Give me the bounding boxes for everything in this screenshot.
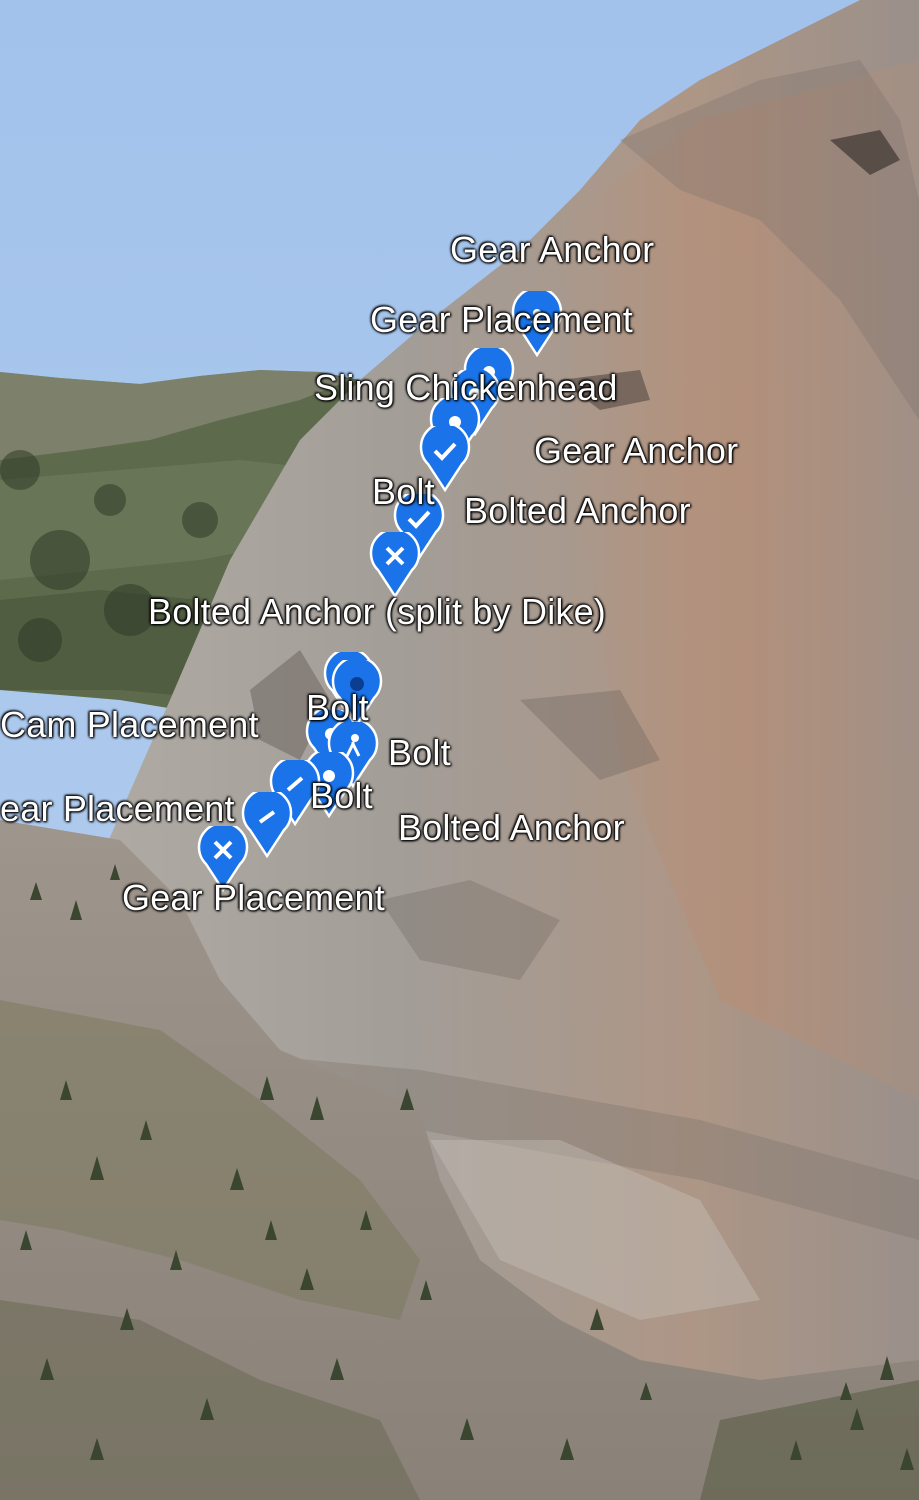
placemark-label[interactable]: Bolted Anchor [464,493,691,529]
placemark-label[interactable]: Cam Placement [0,707,259,743]
placemark-pin-close[interactable] [368,532,422,598]
placemark-label[interactable]: Gear Anchor [534,433,738,469]
placemark-label[interactable]: Bolted Anchor [398,810,625,846]
map-terrain-view[interactable] [0,0,919,1500]
placemark-label[interactable]: Bolt [306,690,369,726]
placemark-label[interactable]: Bolted Anchor (split by Dike) [148,594,606,630]
placemark-label[interactable]: Bolt [310,778,373,814]
placemark-label[interactable]: Gear Placement [122,880,385,916]
placemark-label[interactable]: Sling Chickenhead [314,370,618,406]
placemark-label[interactable]: Gear Placement [370,302,633,338]
placemark-label[interactable]: Bolt [388,735,451,771]
placemark-label[interactable]: Bolt [372,474,435,510]
placemark-label[interactable]: Gear Anchor [450,232,654,268]
climber-icon [351,734,359,742]
placemark-label[interactable]: ear Placement [0,791,235,827]
